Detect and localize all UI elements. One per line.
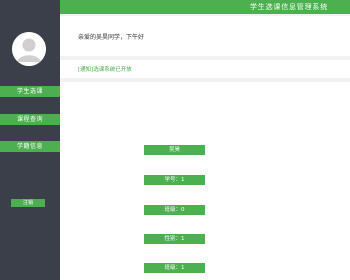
student-id-label: 学号：1 (144, 175, 205, 185)
greeting-text: 亲爱的吴昊同学，下午好 (78, 34, 145, 41)
sidebar-item-course-query[interactable]: 课程查询 (0, 114, 60, 125)
student-info-panel (60, 82, 350, 280)
sidebar-item-course-selection[interactable]: 学生选课 (0, 86, 60, 97)
user-avatar-icon[interactable] (12, 32, 46, 66)
student-class-label: 班级：0 (144, 205, 205, 215)
user-silhouette-icon (12, 32, 46, 66)
main-content: 亲爱的吴昊同学，下午好 [通知]选课系统已开放 (60, 14, 350, 280)
student-name-label: 吴昊 (144, 145, 205, 155)
student-gender-label: 性别：1 (144, 234, 205, 244)
top-header-bar: 学生选课信息管理系统 (60, 0, 350, 14)
logout-button[interactable]: 注销 (11, 199, 45, 207)
sidebar-item-student-info[interactable]: 学籍信息 (0, 141, 60, 152)
greeting-panel: 亲爱的吴昊同学，下午好 (60, 16, 350, 56)
sidebar: 学生选课 课程查询 学籍信息 注销 (0, 0, 60, 280)
student-class-label-2: 班级：1 (144, 263, 205, 273)
notice-panel: [通知]选课系统已开放 (60, 60, 350, 78)
app-window: 学生选课信息管理系统 学生选课 课程查询 学籍信息 注销 亲爱的吴昊同学，下午好… (0, 0, 350, 280)
app-title: 学生选课信息管理系统 (250, 3, 328, 11)
notice-link[interactable]: [通知]选课系统已开放 (78, 65, 132, 73)
